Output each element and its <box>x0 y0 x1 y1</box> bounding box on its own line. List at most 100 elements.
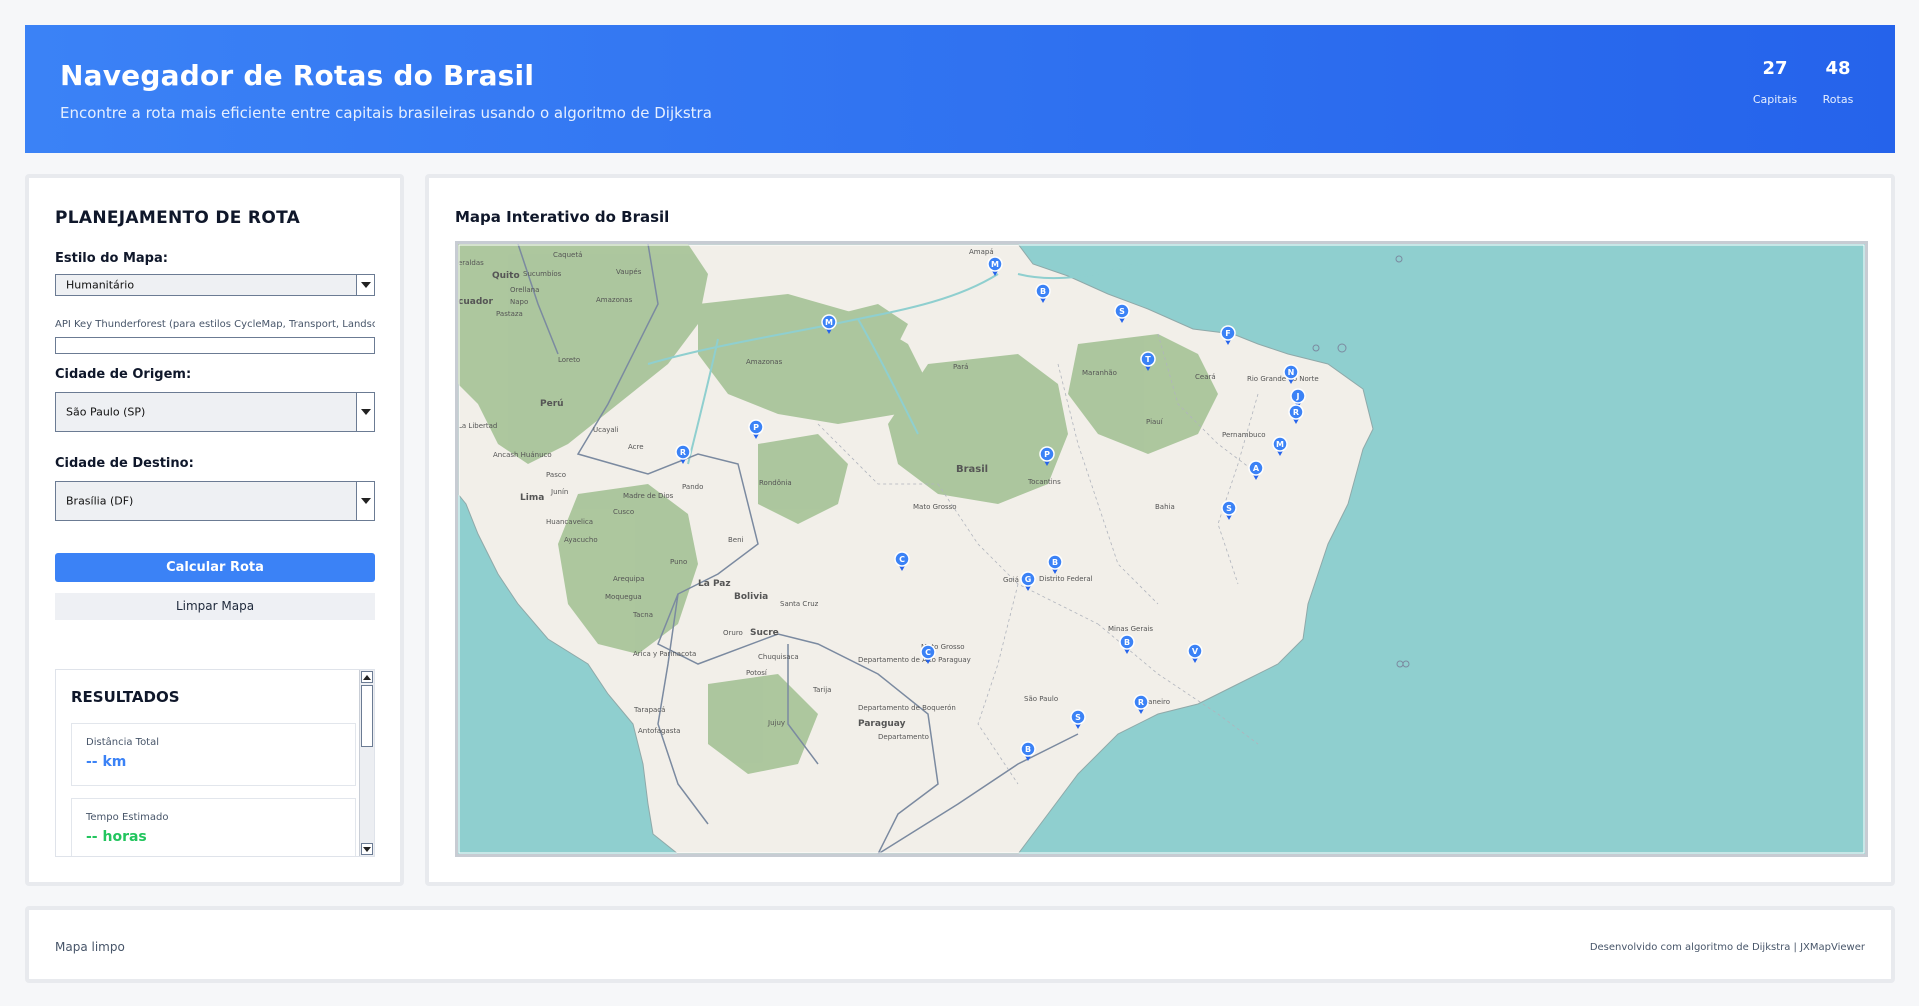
map-label-cusco: Cusco <box>613 508 634 516</box>
map-label-jujuy: Jujuy <box>767 719 785 727</box>
map-label-boqueron: Departamento de Boquerón <box>858 704 956 712</box>
map-label-moquegua: Moquegua <box>605 593 642 601</box>
map-label-esmeraldas: eraldas <box>458 259 484 267</box>
map-label-arequipa: Arequipa <box>613 575 644 583</box>
map-label-rio-grande-norte: Rio Grande do Norte <box>1247 375 1319 383</box>
clear-map-button[interactable]: Limpar Mapa <box>55 593 375 620</box>
scroll-up-icon[interactable] <box>361 671 373 683</box>
map-label-junin: Junín <box>550 488 568 496</box>
map-label-ucayali: Ucayali <box>593 426 619 434</box>
map-label-antofagasta: Antofagasta <box>638 727 680 735</box>
stat-capitals-label: Capitais <box>1752 93 1798 106</box>
stat-capitals-value: 27 <box>1762 58 1788 79</box>
map-style-select[interactable]: Humanitário <box>55 274 375 296</box>
marker-letter: B <box>1124 638 1130 647</box>
app-title: Navegador de Rotas do Brasil <box>60 59 535 92</box>
results-scrollbar[interactable] <box>359 670 374 856</box>
marker-letter: B <box>1025 745 1031 754</box>
map-label-peru: Perú <box>540 399 564 409</box>
chevron-down-icon[interactable] <box>356 482 374 520</box>
map-label-orellana: Orellana <box>510 286 539 294</box>
map-label-alto-paraguay: Departamento de Alto Paraguay <box>858 656 971 664</box>
marker-letter: M <box>991 260 999 269</box>
map-label-pernambuco: Pernambuco <box>1222 431 1266 439</box>
map-label-bahia: Bahia <box>1155 503 1175 511</box>
marker-letter: J <box>1296 392 1300 401</box>
marker-letter: S <box>1119 307 1125 316</box>
map-label-madre-de-dios: Madre de Dios <box>623 492 674 500</box>
map-label-lima: Lima <box>520 493 544 503</box>
origin-value: São Paulo (SP) <box>66 405 146 419</box>
origin-select[interactable]: São Paulo (SP) <box>55 392 375 432</box>
marker-letter: R <box>1293 408 1299 417</box>
map-canvas[interactable]: Brasil Perú Bolivia Paraguay Quito Lima … <box>458 244 1865 854</box>
marker-letter: B <box>1052 558 1058 567</box>
destination-value: Brasília (DF) <box>66 494 134 508</box>
destination-label: Cidade de Destino: <box>55 456 194 471</box>
results-title: RESULTADOS <box>71 688 180 706</box>
map-label-tocantins: Tocantins <box>1027 478 1061 486</box>
time-card: Tempo Estimado -- horas <box>71 798 356 856</box>
map-label-sao-paulo: São Paulo <box>1024 695 1058 703</box>
scroll-thumb[interactable] <box>361 685 373 747</box>
map-label-pando: Pando <box>682 483 703 491</box>
map-label-rondonia: Rondônia <box>759 479 792 487</box>
marker-letter: C <box>899 555 905 564</box>
marker-letter: A <box>1253 464 1260 473</box>
map-label-distrito-federal: Distrito Federal <box>1039 575 1093 583</box>
interactive-map[interactable]: Brasil Perú Bolivia Paraguay Quito Lima … <box>455 241 1868 857</box>
map-label-acre: Acre <box>628 443 644 451</box>
distance-label: Distância Total <box>86 737 160 748</box>
marker-letter: M <box>825 318 833 327</box>
map-label-departamento: Departamento <box>878 733 929 741</box>
api-key-input[interactable] <box>55 337 375 354</box>
map-label-rio-de-janeiro: Janeiro <box>1145 698 1170 706</box>
status-text: Mapa limpo <box>55 940 125 954</box>
marker-letter: P <box>753 423 759 432</box>
results-panel: RESULTADOS Distância Total -- km Tempo E… <box>55 669 375 857</box>
map-label-ecuador: cuador <box>458 297 493 307</box>
time-value: -- horas <box>86 829 147 845</box>
map-label-loreto: Loreto <box>558 356 580 364</box>
map-label-quito: Quito <box>492 271 520 281</box>
map-label-caqueta: Caquetá <box>553 251 582 259</box>
marker-letter: V <box>1192 647 1199 656</box>
map-label-arica: Arica y Parinacota <box>633 650 696 658</box>
stat-capitals: 27 Capitais <box>1745 58 1805 106</box>
map-label-beni: Beni <box>728 536 744 544</box>
stat-routes-label: Rotas <box>1822 93 1854 106</box>
map-label-huancavelica: Huancavelica <box>546 518 593 526</box>
map-label-puno: Puno <box>670 558 687 566</box>
map-label-pastaza: Pastaza <box>496 310 523 318</box>
marker-letter: B <box>1040 287 1046 296</box>
footer-panel: Mapa limpo Desenvolvido com algoritmo de… <box>25 906 1895 983</box>
marker-letter: P <box>1044 450 1050 459</box>
map-label-napo: Napo <box>510 298 528 306</box>
route-planning-panel: PLANEJAMENTO DE ROTA Estilo do Mapa: Hum… <box>25 174 404 886</box>
route-planning-title: PLANEJAMENTO DE ROTA <box>55 208 301 228</box>
calculate-route-button[interactable]: Calcular Rota <box>55 553 375 582</box>
map-label-bolivia: Bolivia <box>734 592 768 602</box>
map-label-santa-cruz: Santa Cruz <box>780 600 819 608</box>
map-label-amazonas-col: Amazonas <box>596 296 633 304</box>
chevron-down-icon[interactable] <box>356 393 374 431</box>
marker-letter: C <box>925 648 931 657</box>
marker-letter: S <box>1226 504 1232 513</box>
chevron-down-icon[interactable] <box>356 275 374 295</box>
map-label-pasco: Pasco <box>546 471 566 479</box>
map-label-oruro: Oruro <box>723 629 743 637</box>
scroll-down-icon[interactable] <box>361 843 373 855</box>
map-label-brasil: Brasil <box>956 464 988 475</box>
marker-letter: G <box>1025 575 1032 584</box>
map-label-amapa: Amapá <box>969 248 994 256</box>
map-label-maranhao: Maranhão <box>1082 369 1117 377</box>
map-label-para: Pará <box>953 363 968 371</box>
map-title: Mapa Interativo do Brasil <box>455 208 670 226</box>
map-label-mato-grosso: Mato Grosso <box>913 503 957 511</box>
map-label-vaupes: Vaupés <box>616 268 642 276</box>
map-label-tarapaca: Tarapacá <box>633 706 665 714</box>
map-style-value: Humanitário <box>66 278 135 292</box>
time-label: Tempo Estimado <box>86 812 169 823</box>
destination-select[interactable]: Brasília (DF) <box>55 481 375 521</box>
marker-letter: R <box>680 448 686 457</box>
